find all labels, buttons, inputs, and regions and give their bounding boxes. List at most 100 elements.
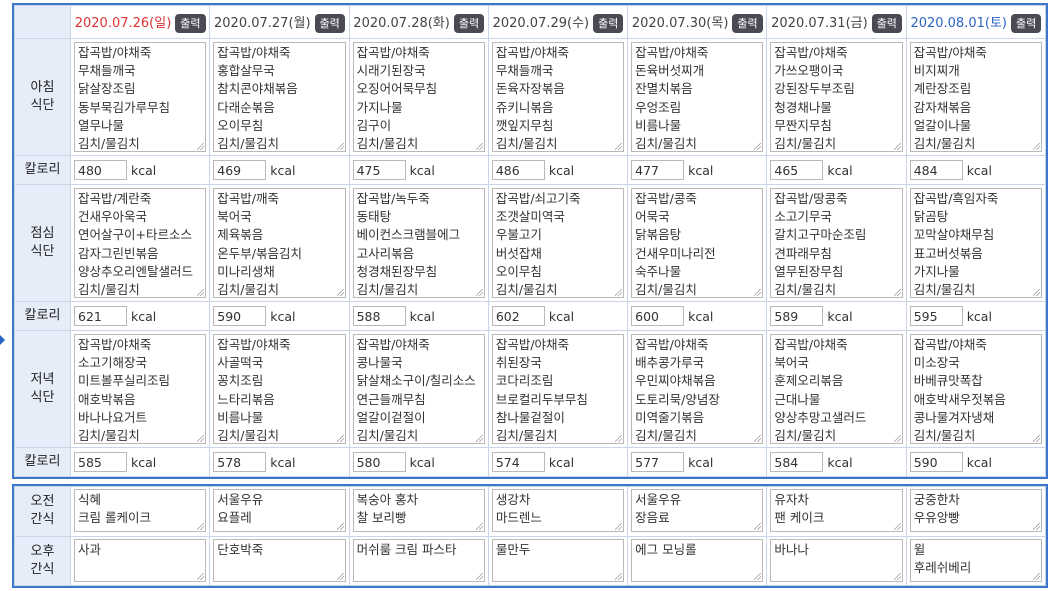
breakfast-menu-textarea[interactable]: 잡곡밥/야채죽 가쓰오팽이국 강된장두부조림 청경채나물 무짠지무침 김치/물김치	[770, 42, 903, 152]
calorie-input[interactable]: 595	[909, 306, 963, 326]
calorie-input[interactable]: 477	[631, 160, 685, 180]
dinner-menu-textarea[interactable]: 잡곡밥/야채죽 사골떡국 꽁치조림 느타리볶음 비름나물 김치/물김치	[213, 334, 346, 444]
breakfast-menu-textarea[interactable]: 잡곡밥/야채죽 시래기된장국 오징어어묵무침 가지나물 김구이 김치/물김치	[352, 42, 485, 152]
am_snack-menu-textarea[interactable]: 서울우유 요플레	[213, 489, 346, 532]
print-button[interactable]: 출력	[314, 13, 345, 33]
calorie-input[interactable]: 600	[631, 306, 685, 326]
resize-grip-icon[interactable]	[754, 523, 762, 530]
resize-grip-icon[interactable]	[336, 289, 344, 296]
calorie-input[interactable]: 577	[631, 452, 685, 472]
resize-grip-icon[interactable]	[615, 523, 623, 530]
am_snack-menu-textarea[interactable]: 궁중한차 우유앙빵	[909, 489, 1042, 532]
dinner-menu-textarea[interactable]: 잡곡밥/야채죽 콩나물국 닭살채소구이/칠리소스 연근들깨무침 얼갈이겉절이 김치/물김치	[352, 334, 485, 444]
resize-grip-icon[interactable]	[197, 435, 205, 442]
resize-grip-icon[interactable]	[1033, 289, 1040, 296]
resize-grip-icon[interactable]	[1033, 143, 1040, 150]
pm_snack-menu-textarea[interactable]: 물만두	[491, 538, 625, 582]
resize-grip-icon[interactable]	[754, 289, 762, 296]
pm_snack-menu-textarea[interactable]: 사과	[74, 538, 207, 582]
calorie-input[interactable]: 590	[213, 306, 267, 326]
resize-grip-icon[interactable]	[615, 572, 623, 580]
resize-grip-icon[interactable]	[336, 143, 344, 150]
calorie-input[interactable]: 602	[491, 306, 545, 326]
print-button[interactable]: 출력	[732, 13, 763, 33]
menu-cell-dinner: 잡곡밥/야채죽 소고기해장국 미트볼푸실리조림 애호박볶음 바나나요거트 김치/물김치	[69, 330, 211, 448]
am_snack-menu-textarea[interactable]: 생강차 마드렌느	[491, 489, 625, 532]
calorie-input[interactable]: 469	[213, 160, 267, 180]
dinner-menu-textarea[interactable]: 잡곡밥/야채죽 미소장국 바베큐맛폭찹 애호박새우젓볶음 콩나물겨자냉채 김치/물김치	[909, 334, 1042, 444]
resize-grip-icon[interactable]	[1033, 523, 1040, 530]
lunch-menu-textarea[interactable]: 잡곡밥/녹두죽 동태탕 베이컨스크램블에그 고사리볶음 청경채된장무침 김치/물김치	[352, 188, 485, 298]
resize-grip-icon[interactable]	[893, 143, 901, 150]
resize-grip-icon[interactable]	[197, 572, 205, 580]
pm_snack-menu-textarea[interactable]: 윌 후레쉬베리	[909, 538, 1042, 582]
dinner-menu-textarea[interactable]: 잡곡밥/야채죽 배추콩가루국 우민찌야채볶음 도토리묵/양념장 미역줄기볶음 김치/물김치	[631, 334, 764, 444]
resize-grip-icon[interactable]	[893, 289, 901, 296]
resize-grip-icon[interactable]	[336, 435, 344, 442]
lunch-menu-textarea[interactable]: 잡곡밥/땅콩죽 소고기무국 갈치고구마순조림 견파래무침 열무된장무침 김치/물김치	[770, 188, 903, 298]
dinner-menu-textarea[interactable]: 잡곡밥/야채죽 소고기해장국 미트볼푸실리조림 애호박볶음 바나나요거트 김치/물김치	[74, 334, 207, 444]
calorie-input[interactable]: 475	[352, 160, 406, 180]
collapse-arrow-icon[interactable]	[0, 335, 5, 345]
resize-grip-icon[interactable]	[336, 523, 344, 530]
am_snack-menu-textarea[interactable]: 복숭아 홍차 찰 보리빵	[352, 489, 485, 532]
lunch-menu-textarea[interactable]: 잡곡밥/깨죽 북어국 제육볶음 온두부/볶음김치 미나리생채 김치/물김치	[213, 188, 346, 298]
breakfast-menu-textarea[interactable]: 잡곡밥/야채죽 홍합살무국 참치콘야채볶음 다래순볶음 오이무침 김치/물김치	[213, 42, 346, 152]
lunch-menu-textarea[interactable]: 잡곡밥/쇠고기죽 조갯살미역국 우불고기 버섯잡채 오이무침 김치/물김치	[491, 188, 625, 298]
resize-grip-icon[interactable]	[615, 435, 623, 442]
calorie-input[interactable]: 588	[352, 306, 406, 326]
calorie-input[interactable]: 484	[909, 160, 963, 180]
lunch-menu-textarea[interactable]: 잡곡밥/콩죽 어묵국 닭볶음탕 건새우미나리전 숙주나물 김치/물김치	[631, 188, 764, 298]
pm_snack-menu-textarea[interactable]: 단호박죽	[213, 538, 346, 582]
calorie-input[interactable]: 486	[491, 160, 545, 180]
pm_snack-menu-textarea[interactable]: 에그 모닝롤	[631, 538, 764, 582]
resize-grip-icon[interactable]	[615, 143, 623, 150]
resize-grip-icon[interactable]	[1033, 572, 1040, 580]
dinner-menu-textarea[interactable]: 잡곡밥/야채죽 취된장국 코다리조림 브로컬리두부무침 참나물겉절이 김치/물김치	[491, 334, 625, 444]
resize-grip-icon[interactable]	[336, 572, 344, 580]
breakfast-menu-textarea[interactable]: 잡곡밥/야채죽 비지찌개 계란장조림 감자채볶음 얼갈이나물 김치/물김치	[909, 42, 1042, 152]
resize-grip-icon[interactable]	[1033, 435, 1040, 442]
calorie-input[interactable]: 590	[909, 452, 963, 472]
resize-grip-icon[interactable]	[197, 289, 205, 296]
calorie-input[interactable]: 585	[74, 452, 127, 472]
calorie-input[interactable]: 580	[352, 452, 406, 472]
calorie-input[interactable]: 465	[770, 160, 824, 180]
calorie-input[interactable]: 574	[491, 452, 545, 472]
lunch-menu-textarea[interactable]: 잡곡밥/흑임자죽 닭곰탕 꼬막살야채무침 표고버섯볶음 가지나물 김치/물김치	[909, 188, 1042, 298]
am_snack-menu-textarea[interactable]: 유자차 팬 케이크	[770, 489, 903, 532]
am_snack-menu-textarea[interactable]: 서울우유 장음료	[631, 489, 764, 532]
resize-grip-icon[interactable]	[475, 143, 483, 150]
resize-grip-icon[interactable]	[475, 523, 483, 530]
pm_snack-menu-textarea[interactable]: 머쉬룸 크림 파스타	[352, 538, 485, 582]
resize-grip-icon[interactable]	[754, 572, 762, 580]
breakfast-menu-textarea[interactable]: 잡곡밥/야채죽 무채들깨국 닭살장조림 동부묵김가루무침 열무나물 김치/물김치	[74, 42, 207, 152]
pm_snack-menu-textarea[interactable]: 바나나	[770, 538, 903, 582]
resize-grip-icon[interactable]	[475, 289, 483, 296]
print-button[interactable]: 출력	[453, 13, 485, 33]
calorie-input[interactable]: 578	[213, 452, 267, 472]
dinner-menu-textarea[interactable]: 잡곡밥/야채죽 북어국 훈제오리볶음 근대나물 양상추망고샐러드 김치/물김치	[770, 334, 903, 444]
resize-grip-icon[interactable]	[754, 435, 762, 442]
resize-grip-icon[interactable]	[893, 572, 901, 580]
resize-grip-icon[interactable]	[197, 143, 205, 150]
resize-grip-icon[interactable]	[754, 143, 762, 150]
print-button[interactable]: 출력	[175, 13, 206, 33]
am_snack-menu-textarea[interactable]: 식혜 크림 롤케이크	[74, 489, 207, 532]
resize-grip-icon[interactable]	[615, 289, 623, 296]
print-button[interactable]: 출력	[871, 13, 902, 33]
breakfast-menu-textarea[interactable]: 잡곡밥/야채죽 무채들깨국 돈육자장볶음 쥬키니볶음 깻잎지무침 김치/물김치	[491, 42, 625, 152]
resize-grip-icon[interactable]	[475, 572, 483, 580]
resize-grip-icon[interactable]	[893, 523, 901, 530]
print-button[interactable]: 출력	[593, 13, 624, 33]
resize-grip-icon[interactable]	[475, 435, 483, 442]
calorie-input[interactable]: 584	[770, 452, 824, 472]
calorie-input[interactable]: 589	[770, 306, 824, 326]
lunch-menu-textarea[interactable]: 잡곡밥/계란죽 건새우아욱국 연어살구이+타르소스 감자그린빈볶음 양상추오리엔탈샐러드…	[74, 188, 207, 298]
resize-grip-icon[interactable]	[197, 523, 205, 530]
calorie-input[interactable]: 621	[74, 306, 127, 326]
breakfast-menu-textarea[interactable]: 잡곡밥/야채죽 돈육버섯찌개 잔멸치볶음 우엉조림 비름나물 김치/물김치	[631, 42, 764, 152]
print-button[interactable]: 출력	[1010, 13, 1042, 33]
resize-grip-icon[interactable]	[893, 435, 901, 442]
calorie-input[interactable]: 480	[74, 160, 127, 180]
